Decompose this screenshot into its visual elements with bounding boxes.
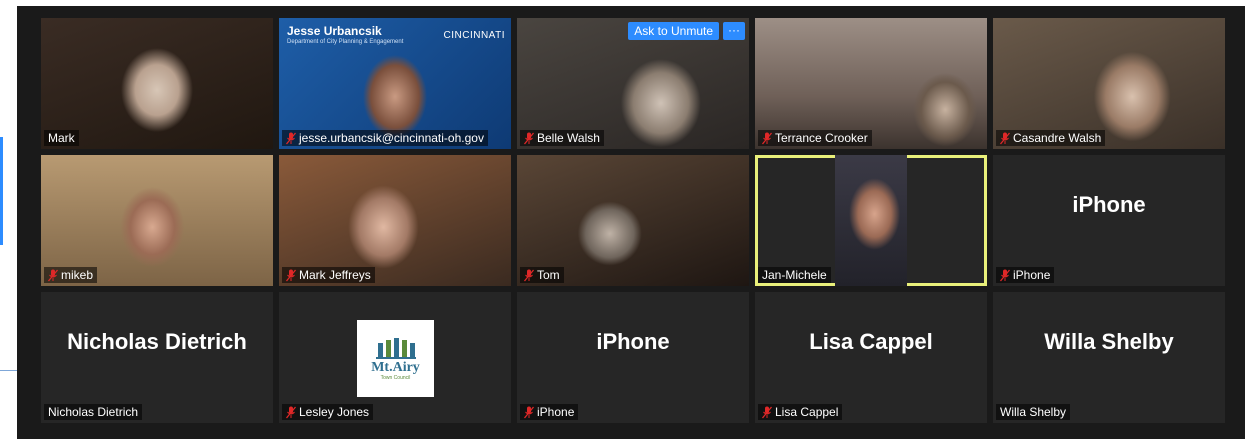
- participant-name: iPhone: [1013, 268, 1051, 282]
- participant-name: Willa Shelby: [1000, 405, 1067, 419]
- edge-divider: [0, 370, 17, 371]
- participant-tile-terrance[interactable]: Terrance Crooker: [755, 18, 987, 149]
- participant-name: iPhone: [537, 405, 575, 419]
- participant-tile-tom[interactable]: Tom: [517, 155, 749, 286]
- participant-name-label: Tom: [520, 267, 564, 283]
- participant-name-label: Lisa Cappel: [758, 404, 843, 420]
- participant-name-label: Lesley Jones: [282, 404, 374, 420]
- participant-name-label: iPhone: [520, 404, 579, 420]
- participant-display-name: iPhone: [1072, 191, 1146, 217]
- mic-muted-icon: [762, 406, 772, 418]
- mic-muted-icon: [1000, 132, 1010, 144]
- mt-airy-logo-subtext: Town Council: [380, 374, 411, 381]
- participant-display-name: Nicholas Dietrich: [67, 328, 247, 354]
- participant-name-label: Belle Walsh: [520, 130, 604, 146]
- mt-airy-logo-text: Mt.Airy: [371, 359, 420, 375]
- mic-muted-icon: [286, 406, 296, 418]
- mt-airy-logo: Mt.Airy Town Council: [357, 320, 434, 397]
- participant-name-label: Casandre Walsh: [996, 130, 1106, 146]
- participant-tile-mikeb[interactable]: mikeb: [41, 155, 273, 286]
- mic-muted-icon: [286, 269, 296, 281]
- virtual-background-subtitle: Department of City Planning & Engagement: [287, 39, 404, 45]
- mic-muted-icon: [524, 406, 534, 418]
- participant-name: Casandre Walsh: [1013, 131, 1102, 145]
- participant-name-label: Willa Shelby: [996, 404, 1071, 420]
- participant-display-name: Lisa Cappel: [809, 328, 933, 354]
- participant-name-label: Mark: [44, 130, 79, 146]
- participant-tile-lesley[interactable]: Mt.Airy Town Council Lesley Jones: [279, 292, 511, 423]
- participant-tile-iphone-1[interactable]: iPhone iPhone: [993, 155, 1225, 286]
- participant-tile-mark[interactable]: Mark: [41, 18, 273, 149]
- participant-name-label: mikeb: [44, 267, 98, 283]
- participant-tile-jan-michele[interactable]: Jan-Michele: [755, 155, 987, 286]
- participant-name: mikeb: [61, 268, 94, 282]
- participant-name-label: Nicholas Dietrich: [44, 404, 143, 420]
- participant-name: jesse.urbancsik@cincinnati-oh.gov: [299, 131, 484, 145]
- participant-display-name: iPhone: [596, 328, 670, 354]
- participant-name: Mark: [48, 131, 75, 145]
- participant-tile-iphone-2[interactable]: iPhone iPhone: [517, 292, 749, 423]
- participant-name: Lisa Cappel: [775, 405, 839, 419]
- cincinnati-logo: CINCINNATI: [443, 30, 505, 41]
- more-options-button[interactable]: ···: [723, 22, 745, 40]
- participant-display-name: Willa Shelby: [1044, 328, 1174, 354]
- participant-name: Nicholas Dietrich: [48, 405, 139, 419]
- participant-tile-jesse[interactable]: Jesse Urbancsik Department of City Plann…: [279, 18, 511, 149]
- participant-name-label: Terrance Crooker: [758, 130, 872, 146]
- mic-muted-icon: [48, 269, 58, 281]
- participant-tile-belle[interactable]: Ask to Unmute ··· Belle Walsh: [517, 18, 749, 149]
- participant-tile-casandre[interactable]: Casandre Walsh: [993, 18, 1225, 149]
- mic-muted-icon: [524, 132, 534, 144]
- participant-name: Terrance Crooker: [775, 131, 868, 145]
- participant-name: Lesley Jones: [299, 405, 370, 419]
- participant-video: [835, 155, 907, 286]
- participant-tile-mark-jeffreys[interactable]: Mark Jeffreys: [279, 155, 511, 286]
- participant-name-label: jesse.urbancsik@cincinnati-oh.gov: [282, 130, 488, 146]
- participant-name-label: Mark Jeffreys: [282, 267, 375, 283]
- participant-tile-willa[interactable]: Willa Shelby Willa Shelby: [993, 292, 1225, 423]
- edge-accent: [0, 137, 3, 245]
- virtual-background-title: Jesse Urbancsik: [287, 24, 382, 38]
- ask-to-unmute-button[interactable]: Ask to Unmute: [628, 22, 719, 40]
- participant-name: Mark Jeffreys: [299, 268, 371, 282]
- mic-muted-icon: [524, 269, 534, 281]
- mic-muted-icon: [286, 132, 296, 144]
- town-council-icon: [375, 337, 416, 359]
- participant-name: Belle Walsh: [537, 131, 600, 145]
- mic-muted-icon: [762, 132, 772, 144]
- participant-tile-lisa[interactable]: Lisa Cappel Lisa Cappel: [755, 292, 987, 423]
- gallery-view: Mark Jesse Urbancsik Department of City …: [17, 6, 1245, 439]
- mic-muted-icon: [1000, 269, 1010, 281]
- participant-name-label: iPhone: [996, 267, 1055, 283]
- participant-name: Tom: [537, 268, 560, 282]
- participant-name: Jan-Michele: [762, 268, 827, 282]
- participant-tile-nicholas[interactable]: Nicholas Dietrich Nicholas Dietrich: [41, 292, 273, 423]
- participant-name-label: Jan-Michele: [758, 267, 831, 283]
